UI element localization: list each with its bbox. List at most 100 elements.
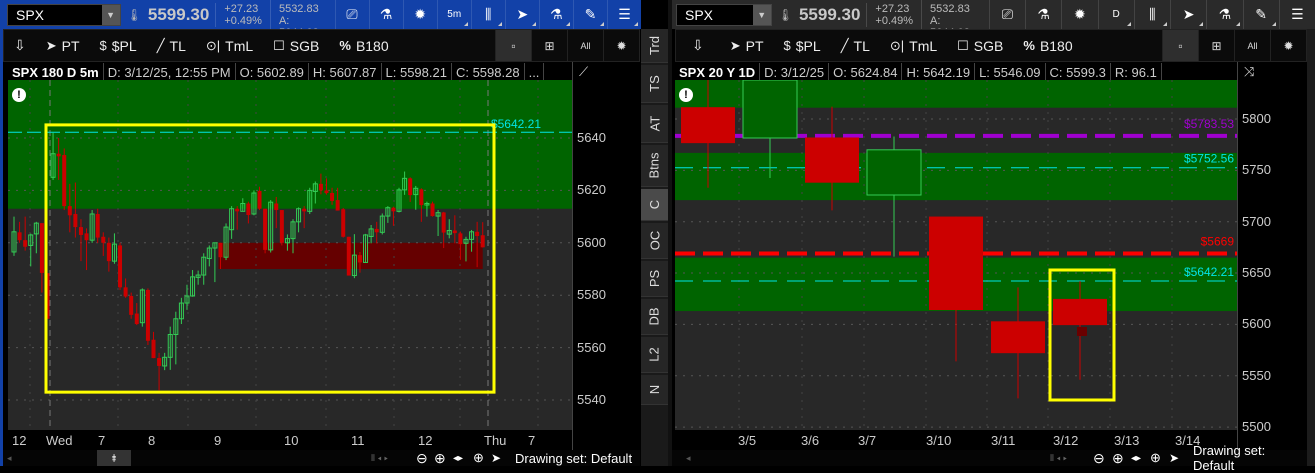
crosshair-icon[interactable]: ⊕ [1150, 450, 1161, 466]
candle-down [324, 190, 329, 194]
panel-divider[interactable] [668, 0, 672, 466]
crosshair-icon[interactable]: ⊕ [473, 450, 484, 466]
candle-down [129, 295, 134, 315]
tool-b180[interactable]: % B180 [329, 30, 398, 61]
zoom-out-icon[interactable]: ⊖ [416, 450, 428, 467]
side-tab-c[interactable]: C [641, 189, 668, 221]
tool-tml[interactable]: ⊙| TmL [880, 30, 947, 61]
side-tab-l2[interactable]: L2 [641, 337, 668, 373]
zoom-in-icon[interactable]: ⊕ [1112, 450, 1124, 467]
candle-up [866, 149, 922, 196]
chevron-down-icon[interactable]: ▼ [101, 4, 120, 25]
all-button[interactable]: All [1234, 30, 1270, 61]
symbol-selector[interactable]: SPX ▼ [676, 3, 772, 26]
scale-icon[interactable]: ⟋ [579, 64, 588, 80]
aggregation-button[interactable]: D [1097, 0, 1134, 29]
right-chart-plot[interactable]: $5783.53 $5752.56 $5669 $5642.21 [675, 80, 1237, 430]
gear-icon[interactable]: ✹ [402, 0, 437, 29]
candle-down [17, 232, 22, 241]
right-price-axis[interactable]: ⤨ 5800 5750 5700 5650 5600 5550 5500 [1237, 62, 1307, 450]
tool-sgb[interactable]: ☐ SGB [263, 30, 329, 61]
all-button[interactable]: All [567, 30, 603, 61]
alert-icon[interactable]: ⎚ [988, 0, 1025, 29]
alert-icon[interactable]: ! [12, 88, 26, 102]
gear-icon[interactable]: ✹ [1061, 0, 1097, 29]
flask-icon[interactable]: ⚗ [1025, 0, 1061, 29]
side-tab-trd[interactable]: Trd [641, 29, 668, 63]
y-tick-label: 5600 [1242, 316, 1271, 332]
side-tab-ps[interactable]: PS [641, 261, 668, 297]
menu-icon[interactable]: ☰ [607, 0, 641, 29]
menu-icon[interactable]: ☰ [1278, 0, 1315, 29]
autoscale-icon[interactable]: ⤨ [1244, 64, 1254, 80]
candle-down [246, 203, 251, 216]
symbol-selector[interactable]: SPX ▼ [7, 3, 121, 26]
side-tab-label: C [646, 199, 662, 210]
grid-layout-button[interactable]: ⊞ [1198, 30, 1234, 61]
single-layout-button[interactable]: ▫ [1162, 30, 1198, 61]
fit-icon[interactable]: ◂▸ [453, 453, 463, 464]
studies-icon[interactable]: ⚗ [538, 0, 573, 29]
candle-down [805, 137, 859, 183]
cursor-icon[interactable]: ➤ [504, 0, 539, 29]
scroll-left-icon[interactable]: ◂ [686, 453, 691, 464]
chart-type-icon[interactable]: ⫼ [1133, 0, 1170, 29]
aggregation-button[interactable]: 5m [436, 0, 471, 29]
tool-b180[interactable]: % B180 [1013, 30, 1082, 61]
x-tick-label: 3/5 [738, 433, 757, 448]
tool-spl[interactable]: $ $PL [90, 30, 147, 61]
pointer-icon[interactable]: ➤ [491, 451, 501, 465]
tool-tl[interactable]: ╱ TL [147, 30, 196, 61]
drawings-icon[interactable]: ✎ [1242, 0, 1279, 29]
zoom-out-icon[interactable]: ⊖ [1093, 450, 1105, 467]
scroll-controls[interactable]: ⦀ ◂ ▸ [1050, 453, 1067, 464]
alert-icon[interactable]: ! [679, 88, 693, 102]
candle-down [84, 233, 89, 241]
single-layout-button[interactable]: ▫ [495, 30, 531, 61]
candle-down [151, 339, 156, 359]
tool-pt[interactable]: ➤ PT [720, 30, 774, 61]
pin-icon[interactable]: ⇩ [4, 30, 36, 61]
tool-tml[interactable]: ⊙| TmL [196, 30, 263, 61]
side-tab-ts[interactable]: TS [641, 65, 668, 103]
pin-icon[interactable]: ⇩ [676, 30, 720, 61]
chart-type-icon[interactable]: ⫼ [470, 0, 505, 29]
chevron-down-icon[interactable]: ▼ [752, 4, 771, 25]
settings-gear-icon[interactable]: ✹ [603, 30, 639, 61]
left-panel-border [0, 0, 3, 466]
zoom-in-icon[interactable]: ⊕ [434, 450, 446, 467]
candle-down [341, 209, 346, 237]
tool-spl[interactable]: $ $PL [774, 30, 831, 61]
side-tab-label: DB [647, 307, 662, 326]
candle-down [419, 189, 424, 206]
expand-panel-button[interactable]: ⯒ [97, 450, 131, 466]
side-tab-btns[interactable]: Btns [641, 145, 668, 187]
scroll-controls[interactable]: ⦀ ◂ ▸ [371, 453, 388, 464]
tool-pt[interactable]: ➤ PT [36, 30, 90, 61]
side-tab-at[interactable]: AT [641, 105, 668, 143]
drawings-icon[interactable]: ✎ [572, 0, 607, 29]
studies-icon[interactable]: ⚗ [1206, 0, 1242, 29]
right-scrollbar[interactable] [1307, 29, 1315, 466]
settings-gear-icon[interactable]: ✹ [1270, 30, 1306, 61]
alert-icon[interactable]: ⎚ [334, 0, 369, 29]
tool-sgb[interactable]: ☐ SGB [947, 30, 1013, 61]
flask-icon[interactable]: ⚗ [368, 0, 403, 29]
left-bottom-bar: ◂ ⯒ ⦀ ◂ ▸ ⊖ ⊕ ◂▸ ⊕ ➤ Drawing set: Defaul… [3, 450, 640, 466]
drawing-set-label[interactable]: Drawing set: Default [515, 451, 632, 466]
drawing-set-label[interactable]: Drawing set: Default [1193, 443, 1307, 473]
side-tab-n[interactable]: N [641, 375, 668, 405]
side-tab-oc[interactable]: OC [641, 223, 668, 259]
left-chart-plot[interactable]: $5642.21 [8, 80, 572, 430]
scroll-left-icon[interactable]: ◂ [7, 453, 12, 464]
left-price-axis[interactable]: ⟋ 5640 5620 5600 5580 5560 5540 [572, 62, 640, 450]
cursor-icon[interactable]: ➤ [1170, 0, 1206, 29]
tool-tl[interactable]: ╱ TL [831, 30, 880, 61]
thermometer-icon[interactable]: 🌡︎ [778, 8, 793, 22]
pointer-icon[interactable]: ➤ [1169, 451, 1179, 465]
thermometer-icon[interactable]: 🌡︎ [127, 8, 142, 22]
fit-icon[interactable]: ◂▸ [1131, 453, 1141, 464]
side-tab-db[interactable]: DB [641, 299, 668, 335]
grid-layout-button[interactable]: ⊞ [531, 30, 567, 61]
price-line-label: $5642.21 [1184, 265, 1234, 279]
